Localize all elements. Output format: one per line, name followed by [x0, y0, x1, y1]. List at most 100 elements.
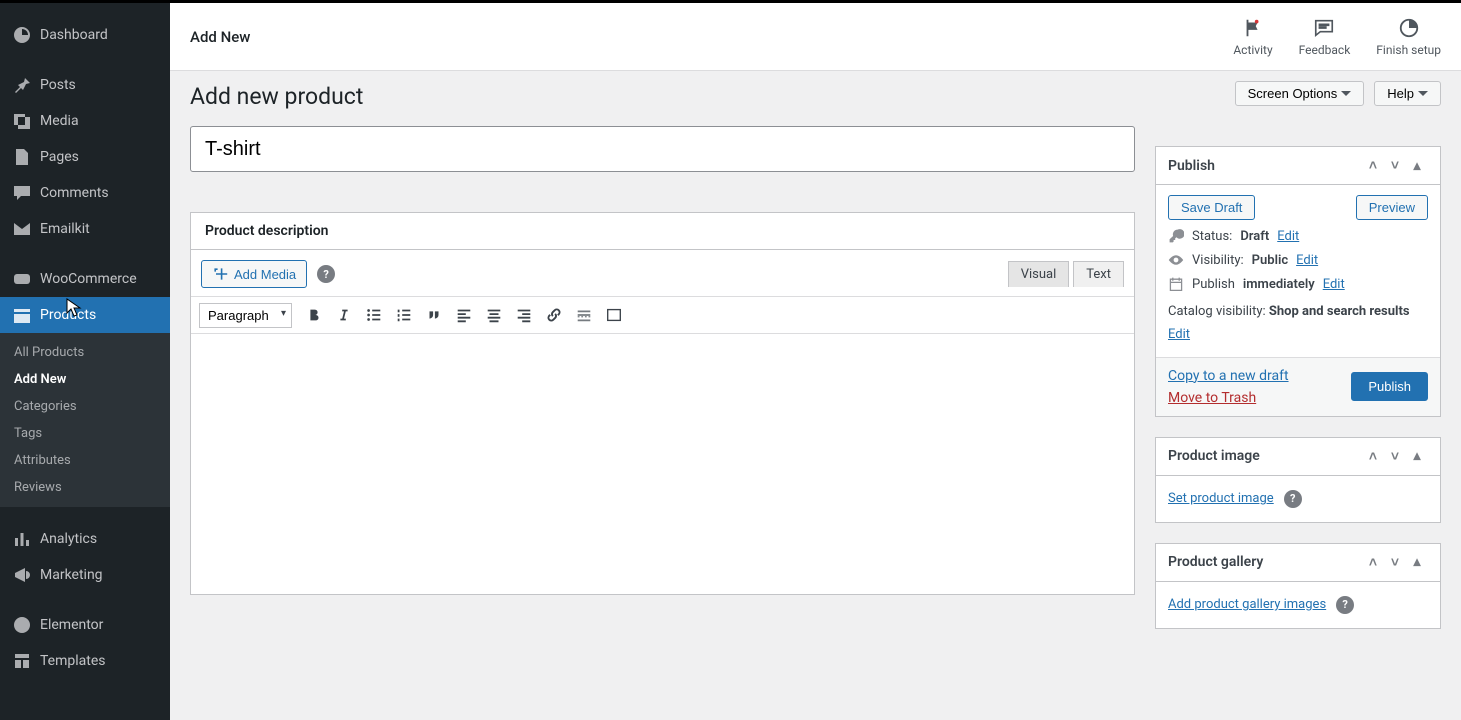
- status-value: Draft: [1240, 229, 1269, 244]
- publish-value: immediately: [1243, 277, 1315, 292]
- move-up-icon[interactable]: ˄: [1362, 448, 1384, 465]
- more-button[interactable]: [570, 301, 598, 329]
- move-down-icon[interactable]: ˅: [1384, 157, 1406, 174]
- feedback-button[interactable]: Feedback: [1299, 17, 1351, 57]
- toggle-panel-icon[interactable]: ▴: [1406, 554, 1428, 570]
- page-icon: [12, 147, 32, 167]
- publish-button[interactable]: Publish: [1351, 372, 1428, 401]
- mail-icon: [12, 219, 32, 239]
- edit-publish-link[interactable]: Edit: [1323, 277, 1345, 292]
- key-icon: [1168, 228, 1184, 244]
- finish-label: Finish setup: [1376, 43, 1441, 57]
- link-button[interactable]: [540, 301, 568, 329]
- format-select[interactable]: Paragraph: [199, 303, 292, 328]
- topbar: Add New Activity Feedback Finish setup: [170, 3, 1461, 71]
- sidebar-label: Marketing: [40, 567, 103, 583]
- add-media-button[interactable]: Add Media: [201, 260, 307, 288]
- tab-visual[interactable]: Visual: [1008, 261, 1070, 287]
- calendar-icon: [1168, 276, 1184, 292]
- help-icon[interactable]: ?: [1336, 596, 1354, 614]
- visibility-label: Visibility:: [1192, 253, 1244, 268]
- catalog-value: Shop and search results: [1269, 304, 1410, 319]
- submenu-add-new[interactable]: Add New: [0, 366, 170, 393]
- publish-box: Publish ˄ ˅ ▴ Save Draft Preview: [1155, 146, 1441, 417]
- product-title-input[interactable]: [190, 126, 1135, 172]
- edit-status-link[interactable]: Edit: [1277, 229, 1299, 244]
- analytics-icon: [12, 529, 32, 549]
- edit-visibility-link[interactable]: Edit: [1296, 253, 1318, 268]
- sidebar-item-posts[interactable]: Posts: [0, 67, 170, 103]
- help-button[interactable]: Help: [1374, 81, 1441, 106]
- align-left-button[interactable]: [450, 301, 478, 329]
- dashboard-icon: [12, 25, 32, 45]
- set-product-image-link[interactable]: Set product image: [1168, 491, 1274, 506]
- sidebar-item-media[interactable]: Media: [0, 103, 170, 139]
- copy-draft-link[interactable]: Copy to a new draft: [1168, 368, 1289, 384]
- move-down-icon[interactable]: ˅: [1384, 448, 1406, 465]
- sidebar-item-analytics[interactable]: Analytics: [0, 521, 170, 557]
- help-icon[interactable]: ?: [1284, 490, 1302, 508]
- move-up-icon[interactable]: ˄: [1362, 157, 1384, 174]
- sidebar-item-marketing[interactable]: Marketing: [0, 557, 170, 593]
- sidebar-item-emailkit[interactable]: Emailkit: [0, 211, 170, 247]
- help-icon[interactable]: ?: [317, 265, 335, 283]
- number-list-button[interactable]: [390, 301, 418, 329]
- pin-icon: [12, 75, 32, 95]
- submenu-all-products[interactable]: All Products: [0, 339, 170, 366]
- products-icon: [12, 305, 32, 325]
- toggle-panel-icon[interactable]: ▴: [1406, 158, 1428, 174]
- catalog-label: Catalog visibility:: [1168, 304, 1266, 319]
- sidebar-label: Comments: [40, 185, 109, 201]
- bullet-list-button[interactable]: [360, 301, 388, 329]
- sidebar-label: Products: [40, 307, 96, 323]
- sidebar-label: Dashboard: [40, 27, 108, 43]
- products-submenu: All Products Add New Categories Tags Att…: [0, 333, 170, 507]
- tab-text[interactable]: Text: [1073, 261, 1124, 287]
- submenu-attributes[interactable]: Attributes: [0, 447, 170, 474]
- status-label: Status:: [1192, 229, 1232, 244]
- toolbar-toggle-button[interactable]: [600, 301, 628, 329]
- description-panel-header: Product description: [191, 213, 1134, 250]
- quote-button[interactable]: [420, 301, 448, 329]
- megaphone-icon: [12, 565, 32, 585]
- save-draft-button[interactable]: Save Draft: [1168, 195, 1255, 220]
- bold-button[interactable]: [300, 301, 328, 329]
- sidebar-item-products[interactable]: Products: [0, 297, 170, 333]
- submenu-reviews[interactable]: Reviews: [0, 474, 170, 501]
- sidebar-item-dashboard[interactable]: Dashboard: [0, 17, 170, 53]
- activity-label: Activity: [1233, 43, 1272, 57]
- align-center-button[interactable]: [480, 301, 508, 329]
- editor-content[interactable]: [191, 334, 1134, 594]
- sidebar-label: Pages: [40, 149, 79, 165]
- move-up-icon[interactable]: ˄: [1362, 554, 1384, 571]
- activity-button[interactable]: Activity: [1233, 17, 1272, 57]
- italic-button[interactable]: [330, 301, 358, 329]
- move-down-icon[interactable]: ˅: [1384, 554, 1406, 571]
- move-trash-link[interactable]: Move to Trash: [1168, 390, 1289, 406]
- sidebar-label: Templates: [40, 653, 106, 669]
- templates-icon: [12, 651, 32, 671]
- visibility-value: Public: [1252, 253, 1288, 268]
- edit-catalog-link[interactable]: Edit: [1168, 327, 1190, 342]
- toggle-panel-icon[interactable]: ▴: [1406, 448, 1428, 464]
- description-panel: Product description Add Media ? Visual T…: [190, 212, 1135, 595]
- comment-icon: [12, 183, 32, 203]
- sidebar-item-elementor[interactable]: Elementor: [0, 607, 170, 643]
- sidebar-item-templates[interactable]: Templates: [0, 643, 170, 679]
- add-gallery-images-link[interactable]: Add product gallery images: [1168, 597, 1326, 612]
- publish-title: Publish: [1168, 158, 1215, 174]
- media-icon: [12, 111, 32, 131]
- sidebar-item-woocommerce[interactable]: WooCommerce: [0, 261, 170, 297]
- preview-button[interactable]: Preview: [1356, 195, 1428, 220]
- screen-options-button[interactable]: Screen Options: [1235, 81, 1365, 106]
- product-gallery-title: Product gallery: [1168, 554, 1263, 570]
- submenu-tags[interactable]: Tags: [0, 420, 170, 447]
- submenu-categories[interactable]: Categories: [0, 393, 170, 420]
- align-right-button[interactable]: [510, 301, 538, 329]
- woocommerce-icon: [12, 269, 32, 289]
- sidebar-item-pages[interactable]: Pages: [0, 139, 170, 175]
- sidebar-label: Analytics: [40, 531, 97, 547]
- sidebar-item-comments[interactable]: Comments: [0, 175, 170, 211]
- finish-setup-button[interactable]: Finish setup: [1376, 17, 1441, 57]
- add-media-label: Add Media: [234, 267, 296, 282]
